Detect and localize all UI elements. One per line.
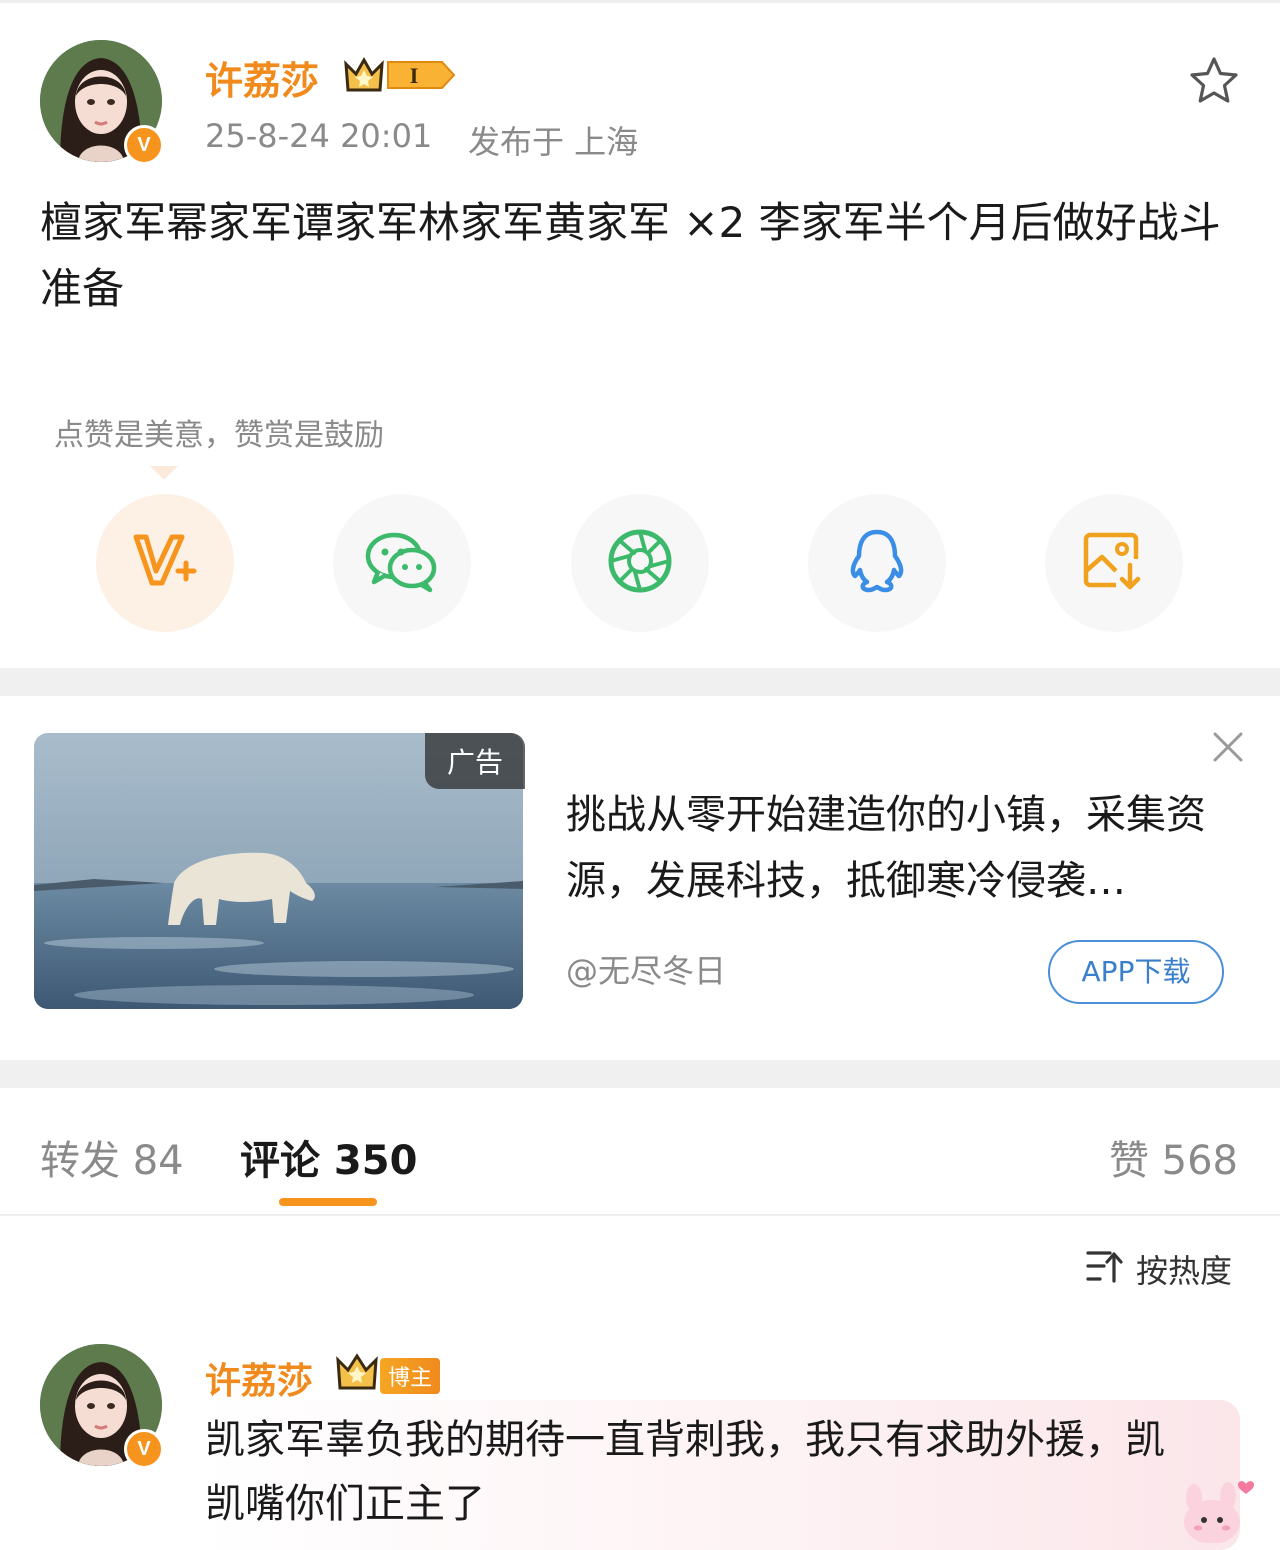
comment-text: 凯家军辜负我的期待一直背刺我，我只有求助外援，凯凯嘴你们正主了 [205, 1417, 1165, 1527]
svg-text:I: I [410, 63, 419, 88]
save-image-share-button[interactable] [1045, 494, 1183, 632]
wechat-share-button[interactable] [333, 494, 471, 632]
bunny-sticker-icon [1176, 1476, 1266, 1547]
sort-label[interactable]: 按热度 [1136, 1246, 1232, 1292]
ad-text[interactable]: 挑战从零开始建造你的小镇，采集资源，发展科技，抵御寒冷侵袭… [566, 782, 1226, 914]
qq-share-button[interactable] [808, 494, 946, 632]
tab-likes[interactable]: 赞 568 [1109, 1128, 1238, 1186]
moments-icon [607, 528, 673, 598]
qq-icon [847, 528, 907, 598]
save-image-icon [1082, 529, 1146, 597]
verified-badge: V [124, 125, 164, 165]
close-icon[interactable] [1212, 731, 1244, 767]
v-plus-icon [132, 531, 198, 595]
comment-verified-badge: V [124, 1429, 164, 1469]
blogger-badge: 博主 [380, 1358, 441, 1394]
tip-pointer [150, 466, 178, 480]
moments-share-button[interactable] [571, 494, 709, 632]
wechat-icon [364, 528, 440, 598]
tab-active-indicator [279, 1198, 377, 1206]
tab-comments[interactable]: 评论 350 [240, 1128, 417, 1186]
comment-username[interactable]: 许荔莎 [205, 1352, 313, 1404]
reward-tip: 点赞是美意，赞赏是鼓励 [54, 418, 384, 453]
ad-source[interactable]: @无尽冬日 [566, 946, 726, 992]
tab-repost[interactable]: 转发 84 [40, 1128, 184, 1186]
post-timestamp: 25-8-24 20:01 [205, 117, 433, 155]
post-text: 檀家军幂家军谭家军林家军黄家军 ×2 李家军半个月后做好战斗准备 [40, 198, 1221, 313]
star-outline-icon[interactable] [1188, 56, 1240, 110]
tabs-bottom-border [0, 1214, 1280, 1216]
section-divider [0, 668, 1280, 696]
ad-tag: 广告 [425, 733, 526, 789]
top-border [0, 0, 1280, 3]
v-plus-share-button[interactable] [96, 494, 234, 632]
post-location: 发布于 上海 [468, 123, 639, 161]
sort-icon[interactable] [1086, 1249, 1124, 1287]
vip-crown-badge[interactable]: I [342, 54, 458, 100]
section-divider [0, 1060, 1280, 1088]
comment-crown-icon [334, 1352, 380, 1396]
post-username[interactable]: 许荔莎 [205, 50, 319, 105]
app-download-button[interactable]: APP下载 [1048, 940, 1224, 1004]
